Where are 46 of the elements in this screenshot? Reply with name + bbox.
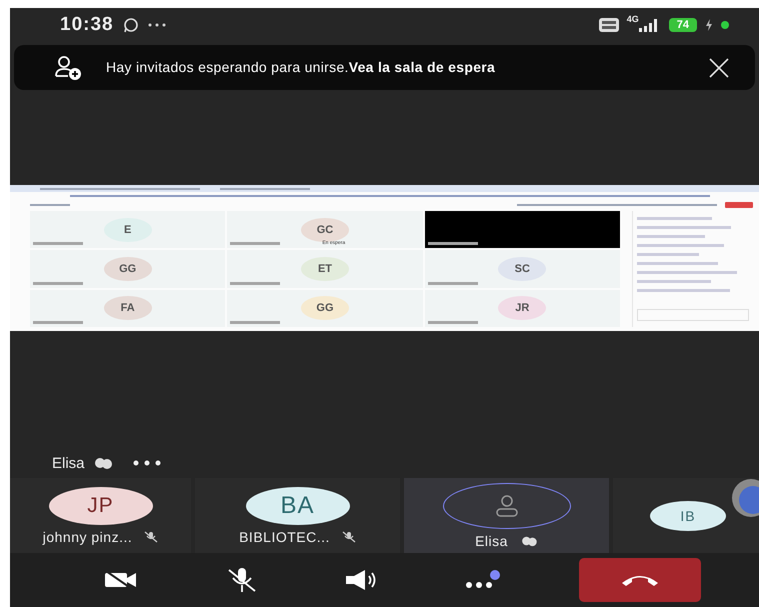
name-bar <box>33 320 83 324</box>
participant-tile[interactable]: JP johnny pinz... <box>10 478 191 553</box>
charging-icon <box>705 19 713 31</box>
speaker-name: Elisa <box>52 454 85 472</box>
mic-off-icon <box>226 567 258 593</box>
name-bar <box>33 242 83 246</box>
participant-tile[interactable]: IB <box>613 478 759 553</box>
avatar: GG <box>300 296 349 320</box>
participant-tile[interactable]: BA BIBLIOTEC... <box>195 478 400 553</box>
more-icon[interactable] <box>132 460 161 466</box>
avatar: GC <box>300 218 349 242</box>
participant-tile[interactable]: Elisa <box>404 478 609 553</box>
battery-level: 74 <box>668 18 697 32</box>
floating-button-icon[interactable] <box>731 478 759 518</box>
name-bar <box>230 320 280 324</box>
chat-bubble-icon <box>122 17 140 33</box>
name-bar <box>230 242 280 246</box>
more-icon <box>148 23 166 27</box>
banner-message: Hay invitados esperando para unirse.Vea la sala de espera <box>106 60 496 75</box>
avatar: FA <box>104 296 152 320</box>
network-type: 4G <box>626 14 639 24</box>
name-bar <box>428 282 478 285</box>
avatar: GG <box>104 256 152 281</box>
person-add-icon <box>54 56 84 80</box>
dot-icon <box>721 21 729 29</box>
camera-off-icon <box>104 570 138 590</box>
avatar: BA <box>246 486 350 524</box>
avatar: IB <box>650 500 726 530</box>
avatar: SC <box>498 256 546 281</box>
status-time: 10:38 <box>60 14 114 36</box>
avatar: JR <box>498 296 546 320</box>
more-icon <box>465 569 502 591</box>
close-icon[interactable] <box>709 58 729 78</box>
avatar: E <box>104 218 152 242</box>
hang-up-icon <box>620 573 660 587</box>
participant-name: johnny pinz... <box>42 528 132 544</box>
avatar: ET <box>300 256 349 281</box>
participant-name: Elisa <box>475 532 508 548</box>
avatar: JP <box>48 486 152 524</box>
speaker-icon <box>345 569 378 591</box>
participant-name: BIBLIOTEC... <box>239 528 330 544</box>
hang-up-button[interactable] <box>579 558 702 602</box>
name-bar <box>33 282 83 285</box>
name-bar <box>428 320 478 324</box>
name-bar <box>428 242 478 246</box>
name-bar <box>230 282 280 285</box>
